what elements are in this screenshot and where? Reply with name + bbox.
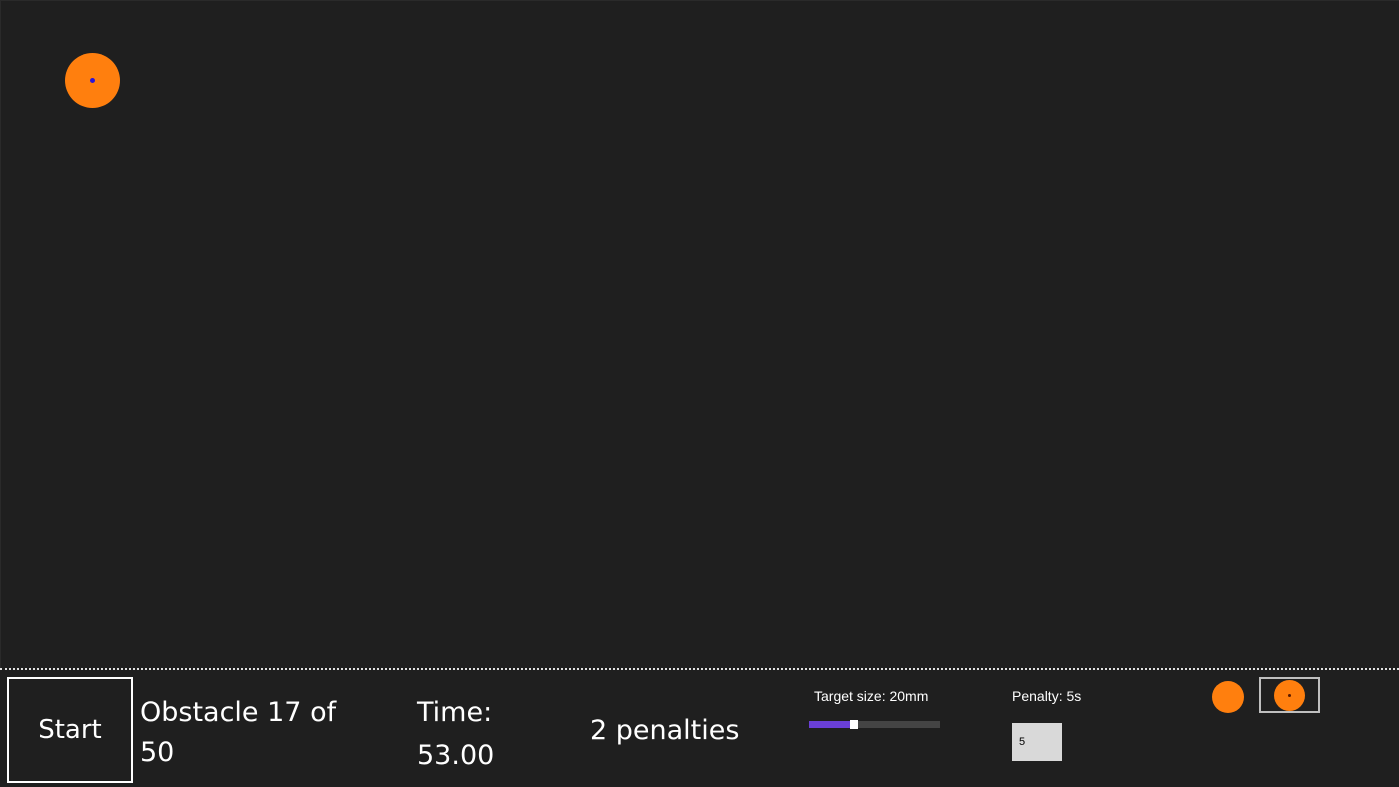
slider-fill xyxy=(809,721,854,728)
slider-thumb[interactable] xyxy=(849,720,858,729)
mode-center-dot xyxy=(1288,694,1291,697)
penalty-label: Penalty: 5s xyxy=(1012,688,1082,704)
game-window: Start Obstacle 17 of 50 Time: 53.00 2 pe… xyxy=(0,0,1399,787)
play-area-divider xyxy=(0,668,1399,670)
dotted-circle-icon xyxy=(1274,680,1305,711)
control-bar: Start Obstacle 17 of 50 Time: 53.00 2 pe… xyxy=(0,671,1399,787)
target-circle-icon[interactable] xyxy=(65,53,120,108)
time-label: Time: xyxy=(417,697,493,728)
time-value: 53.00 xyxy=(417,740,495,771)
start-button[interactable]: Start xyxy=(7,677,133,783)
obstacle-counter: Obstacle 17 of 50 xyxy=(140,697,337,768)
penalties-count: 2 penalties xyxy=(590,715,740,746)
target-center-dot xyxy=(90,78,95,83)
dotted-circle-mode-button[interactable] xyxy=(1259,677,1320,713)
target-size-label: Target size: 20mm xyxy=(814,688,929,704)
plain-circle-icon[interactable] xyxy=(1212,681,1244,713)
penalty-input[interactable] xyxy=(1012,723,1062,761)
play-area[interactable] xyxy=(0,0,1399,668)
target-size-slider[interactable] xyxy=(809,720,940,729)
timer: Time: 53.00 xyxy=(417,691,494,777)
